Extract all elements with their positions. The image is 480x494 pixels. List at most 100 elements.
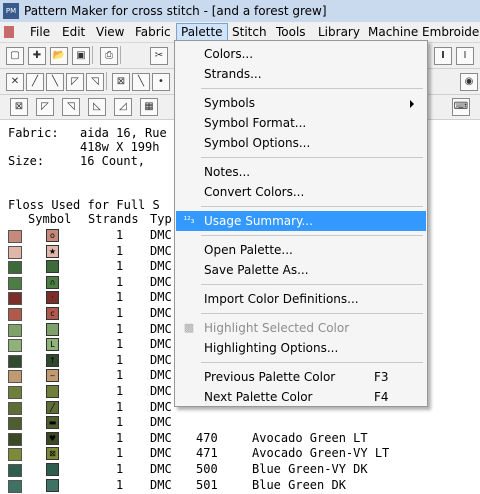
- table-row: ♥ 1 DMC 470 Avocado Green LT: [0, 431, 480, 447]
- symbol-cell: [46, 478, 59, 492]
- shortcut-key: F3: [374, 370, 389, 384]
- new-wizard-icon[interactable]: ✚: [28, 47, 46, 65]
- menu-separator: [201, 284, 423, 285]
- menu-item-usage-summary[interactable]: ¹²₃ Usage Summary...: [176, 211, 426, 231]
- text-format-icon[interactable]: I: [456, 47, 474, 65]
- menu-item-highlighting-options[interactable]: Highlighting Options...: [176, 338, 426, 358]
- type-cell: DMC: [150, 274, 172, 289]
- number-cell: 470: [196, 430, 218, 445]
- number-cell: 501: [196, 477, 218, 492]
- fabric-value: aida 16, Rue: [80, 126, 167, 140]
- symbol-cell: L: [46, 338, 59, 352]
- app-menu-icon[interactable]: [4, 26, 14, 38]
- quarter-stitch-icon[interactable]: ╲: [46, 73, 64, 91]
- menu-item-convert-colors[interactable]: Convert Colors...: [176, 182, 426, 202]
- save-icon[interactable]: ▣: [72, 47, 90, 65]
- column-type: Typ: [150, 212, 172, 226]
- menu-fabric[interactable]: Fabric: [131, 24, 175, 40]
- strands-cell: 1: [116, 384, 124, 398]
- stitch-tool-icon[interactable]: ◹: [62, 98, 80, 116]
- three-quarter-stitch-icon[interactable]: ◸: [66, 73, 84, 91]
- strands-cell: 1: [116, 352, 124, 367]
- fabric-label: Fabric:: [8, 126, 59, 140]
- menu-item-import-color-definitions[interactable]: Import Color Definitions...: [176, 289, 426, 309]
- menu-item-save-palette-as[interactable]: Save Palette As...: [176, 260, 426, 280]
- name-cell: Blue Green-VY DK: [252, 462, 368, 476]
- symbol-cell: ╱: [46, 400, 59, 414]
- full-stitch-icon[interactable]: ✕: [6, 73, 24, 91]
- menu-item-label: Import Color Definitions...: [204, 292, 359, 306]
- type-cell: DMC: [150, 321, 172, 336]
- menu-item-label: Strands...: [204, 67, 262, 81]
- type-cell: DMC: [150, 446, 172, 461]
- color-swatch: [8, 339, 22, 353]
- strands-cell: 1: [116, 399, 124, 414]
- stitch-tool-icon[interactable]: ▦: [140, 98, 158, 116]
- half-stitch-icon[interactable]: ╱: [26, 73, 44, 91]
- menu-item-label: Colors...: [204, 47, 254, 61]
- menu-item-colors[interactable]: Colors...: [176, 44, 426, 64]
- menu-palette[interactable]: Palette: [176, 23, 228, 41]
- menu-library[interactable]: Library: [314, 24, 364, 40]
- strands-cell: 1: [116, 321, 124, 336]
- type-cell: DMC: [150, 430, 172, 445]
- tool-icon[interactable]: ✂: [150, 47, 168, 65]
- name-cell: Blue Green DK: [252, 477, 346, 492]
- type-cell: DMC: [150, 290, 172, 305]
- french-knot-icon[interactable]: •: [152, 73, 170, 91]
- strands-cell: 1: [116, 274, 124, 289]
- open-icon[interactable]: 📂: [50, 47, 68, 65]
- stitch-tool-icon[interactable]: ◿: [114, 98, 132, 116]
- keyboard-icon[interactable]: ⌨: [452, 98, 470, 116]
- strands-cell: 1: [116, 243, 124, 258]
- name-cell: Avocado Green-VY LT: [252, 446, 390, 461]
- stitch-variant-icon[interactable]: ◹: [86, 73, 104, 91]
- print-icon[interactable]: ⎙: [100, 47, 118, 65]
- menu-item-symbol-format[interactable]: Symbol Format...: [176, 113, 426, 133]
- menu-item-symbol-options[interactable]: Symbol Options...: [176, 133, 426, 153]
- type-cell: DMC: [150, 399, 172, 414]
- menu-item-symbols[interactable]: Symbols: [176, 93, 426, 113]
- menu-stitch[interactable]: Stitch: [228, 24, 271, 40]
- menu-tools[interactable]: Tools: [272, 24, 310, 40]
- stitch-tool-icon[interactable]: ◸: [36, 98, 54, 116]
- menu-edit[interactable]: Edit: [58, 24, 89, 40]
- stitch-tool-icon[interactable]: ⊠: [10, 98, 28, 116]
- menu-item-label: Convert Colors...: [204, 185, 305, 199]
- column-strands: Strands: [88, 212, 139, 226]
- type-cell: DMC: [150, 384, 172, 398]
- petite-stitch-icon[interactable]: ⊠: [112, 73, 130, 91]
- strands-cell: 1: [116, 462, 124, 476]
- toolbar-separator: [120, 46, 121, 64]
- type-cell: DMC: [150, 462, 172, 476]
- menu-item-open-palette[interactable]: Open Palette...: [176, 240, 426, 260]
- menu-item-highlight-selected-color: ▩ Highlight Selected Color: [176, 318, 426, 338]
- menu-machine-embroidery[interactable]: Machine Embroidery: [364, 24, 480, 40]
- menu-item-strands[interactable]: Strands...: [176, 64, 426, 84]
- backstitch-icon[interactable]: ╲: [132, 73, 150, 91]
- symbol-cell: ★: [46, 244, 59, 258]
- submenu-arrow-icon: [410, 100, 414, 108]
- menu-item-label: Symbols: [204, 96, 255, 110]
- color-swatch: [8, 354, 22, 368]
- menu-item-label: Highlight Selected Color: [204, 321, 350, 335]
- color-swatch: [8, 370, 22, 384]
- bead-icon[interactable]: ◉: [460, 73, 478, 91]
- menu-item-previous-palette-color[interactable]: Previous Palette Color F3: [176, 367, 426, 387]
- bold-i-icon[interactable]: I: [434, 47, 452, 65]
- new-icon[interactable]: ▢: [6, 47, 24, 65]
- menu-file[interactable]: File: [26, 24, 54, 40]
- stitch-tool-icon[interactable]: ◺: [88, 98, 106, 116]
- menu-item-notes[interactable]: Notes...: [176, 162, 426, 182]
- menu-view[interactable]: View: [92, 24, 128, 40]
- menu-separator: [201, 157, 423, 158]
- size-value: 16 Count,: [80, 154, 146, 168]
- menu-item-next-palette-color[interactable]: Next Palette Color F4: [176, 387, 426, 407]
- menu-item-label: Symbol Options...: [204, 136, 311, 150]
- strands-cell: 1: [116, 430, 124, 445]
- symbol-cell: [46, 463, 59, 476]
- menu-separator: [201, 206, 423, 207]
- fabric-dimensions: 418w X 199h: [80, 140, 160, 154]
- type-cell: DMC: [150, 259, 172, 274]
- strands-cell: 1: [116, 306, 124, 320]
